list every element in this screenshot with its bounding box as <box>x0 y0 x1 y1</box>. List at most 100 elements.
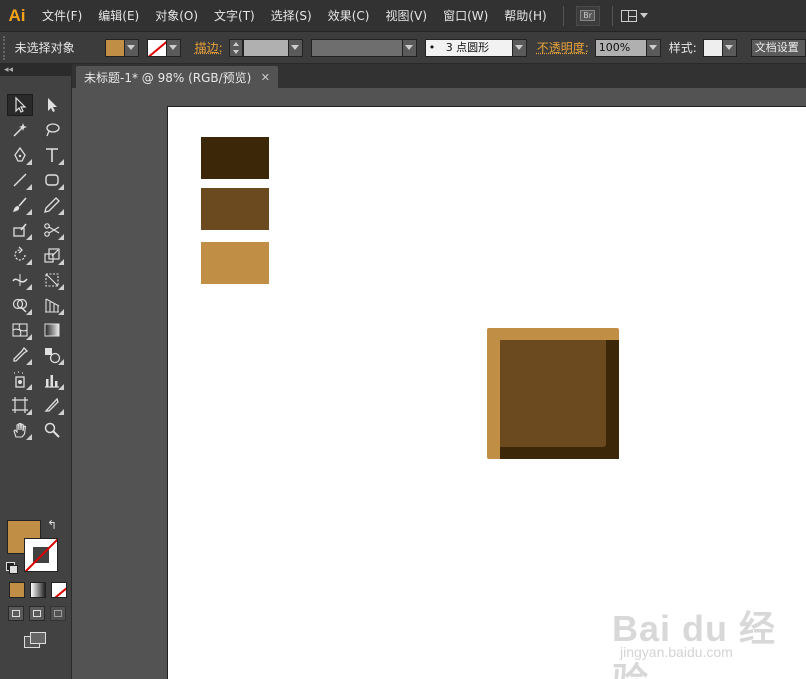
frame-face[interactable] <box>500 340 606 447</box>
menu-edit[interactable]: 编辑(E) <box>90 0 147 32</box>
line-segment-tool[interactable] <box>7 169 33 191</box>
stroke-weight-input[interactable] <box>242 38 289 57</box>
type-tool[interactable] <box>39 144 65 166</box>
workspace-switcher-button[interactable] <box>620 9 648 22</box>
chevron-down-icon <box>649 45 658 50</box>
scissors-tool[interactable] <box>39 219 65 241</box>
variable-width-profile-dropdown[interactable] <box>310 38 417 57</box>
symbol-sprayer-icon <box>14 371 25 388</box>
stroke-weight-dropdown[interactable] <box>288 38 303 57</box>
gradient-tool[interactable] <box>39 319 65 341</box>
free-transform-tool[interactable] <box>39 269 65 291</box>
stroke-color-swatch[interactable] <box>24 538 58 572</box>
color-mode-button[interactable] <box>9 582 25 598</box>
dropdown-arrow <box>722 38 737 57</box>
chevron-down-icon <box>515 45 524 50</box>
slice-tool[interactable] <box>39 394 65 416</box>
dark-brown-swatch-rect[interactable] <box>201 137 269 179</box>
opacity-field[interactable]: 100% <box>594 38 661 57</box>
hand-tool[interactable] <box>7 419 33 441</box>
menu-effect[interactable]: 效果(C) <box>320 0 378 32</box>
light-brown-swatch-rect[interactable] <box>201 242 269 284</box>
symbol-sprayer-tool[interactable] <box>7 369 33 391</box>
swap-fill-stroke-icon[interactable]: ↰ <box>47 518 57 532</box>
draw-normal-button[interactable] <box>8 606 24 621</box>
menu-type[interactable]: 文字(T) <box>206 0 263 32</box>
bridge-icon: Br <box>580 10 596 21</box>
stroke-label[interactable]: 描边: <box>195 39 223 56</box>
opacity-label[interactable]: 不透明度: <box>537 39 589 56</box>
scale-tool[interactable] <box>39 244 65 266</box>
shape-builder-tool[interactable] <box>7 294 33 316</box>
none-mode-button[interactable] <box>51 582 67 598</box>
zoom-tool[interactable] <box>39 419 65 441</box>
baidu-jingyan-watermark: Bai du 经验 jingyan.baidu.com <box>612 592 802 679</box>
fill-color-dropdown[interactable] <box>104 38 139 57</box>
menu-select[interactable]: 选择(S) <box>263 0 320 32</box>
default-fill-stroke-icon[interactable] <box>6 562 18 574</box>
draw-inside-button[interactable] <box>50 606 66 621</box>
panel-grip[interactable] <box>3 35 9 60</box>
tool-panel-header[interactable]: ◂◂ <box>0 64 72 76</box>
hand-icon <box>13 422 27 438</box>
screen-mode-icon[interactable] <box>24 632 46 648</box>
pencil-tool[interactable] <box>39 194 65 216</box>
document-tab-title: 未标题-1* @ 98% (RGB/预览) <box>84 70 252 85</box>
blend-tool[interactable] <box>39 344 65 366</box>
menu-separator <box>562 5 564 26</box>
blob-brush-icon <box>13 223 27 237</box>
artboard-tool[interactable] <box>7 394 33 416</box>
close-icon[interactable]: ✕ <box>261 71 270 84</box>
arrow-down-icon <box>232 49 239 54</box>
brush-bullet: • <box>428 40 436 54</box>
perspective-grid-icon <box>45 298 60 313</box>
menu-file[interactable]: 文件(F) <box>34 0 90 32</box>
draw-behind-button[interactable] <box>29 606 45 621</box>
stroke-weight-stepper[interactable] <box>228 38 243 57</box>
brush-definition-dropdown[interactable]: • 3 点圆形 <box>424 38 527 57</box>
document-tab-strip: 未标题-1* @ 98% (RGB/预览) ✕ <box>72 64 806 88</box>
opacity-dropdown[interactable] <box>646 38 661 57</box>
opacity-input[interactable]: 100% <box>594 38 647 57</box>
app-logo: Ai <box>8 5 26 25</box>
direct-selection-tool[interactable] <box>39 94 65 116</box>
magic-wand-tool[interactable] <box>7 119 33 141</box>
fill-swatch <box>104 38 125 57</box>
menu-separator <box>611 5 613 26</box>
menu-window[interactable]: 窗口(W) <box>435 0 496 32</box>
lasso-tool[interactable] <box>39 119 65 141</box>
dropdown-arrow <box>124 38 139 57</box>
menu-help[interactable]: 帮助(H) <box>496 0 554 32</box>
column-graph-tool[interactable] <box>39 369 65 391</box>
paintbrush-tool[interactable] <box>7 194 33 216</box>
blob-brush-tool[interactable] <box>7 219 33 241</box>
document-tab[interactable]: 未标题-1* @ 98% (RGB/预览) ✕ <box>76 66 278 88</box>
document-setup-button[interactable]: 文档设置 <box>750 38 806 57</box>
menu-object[interactable]: 对象(O) <box>147 0 206 32</box>
stroke-none-swatch <box>146 38 167 57</box>
perspective-grid-tool[interactable] <box>39 294 65 316</box>
style-label: 样式: <box>668 41 697 55</box>
selection-arrow-icon <box>15 96 27 113</box>
draw-normal-icon <box>12 610 20 617</box>
menu-view[interactable]: 视图(V) <box>377 0 435 32</box>
eyedropper-tool[interactable] <box>7 344 33 366</box>
pen-tool[interactable] <box>7 144 33 166</box>
blend-icon <box>45 348 61 364</box>
stroke-color-dropdown[interactable] <box>146 38 181 57</box>
bridge-button[interactable]: Br <box>575 5 600 26</box>
rounded-rectangle-tool[interactable] <box>39 169 65 191</box>
pencil-icon <box>44 197 60 213</box>
medium-brown-swatch-rect[interactable] <box>201 188 269 230</box>
draw-behind-icon <box>33 610 41 617</box>
width-tool[interactable] <box>7 269 33 291</box>
stroke-weight-field[interactable] <box>228 38 303 57</box>
brush-definition-field: • 3 点圆形 <box>424 38 513 57</box>
rotate-tool[interactable] <box>7 244 33 266</box>
draw-inside-icon <box>54 610 62 617</box>
selection-tool[interactable] <box>7 94 33 116</box>
gradient-mode-button[interactable] <box>30 582 46 598</box>
graphic-style-dropdown[interactable] <box>702 38 737 57</box>
type-t-icon <box>46 148 58 162</box>
mesh-tool[interactable] <box>7 319 33 341</box>
